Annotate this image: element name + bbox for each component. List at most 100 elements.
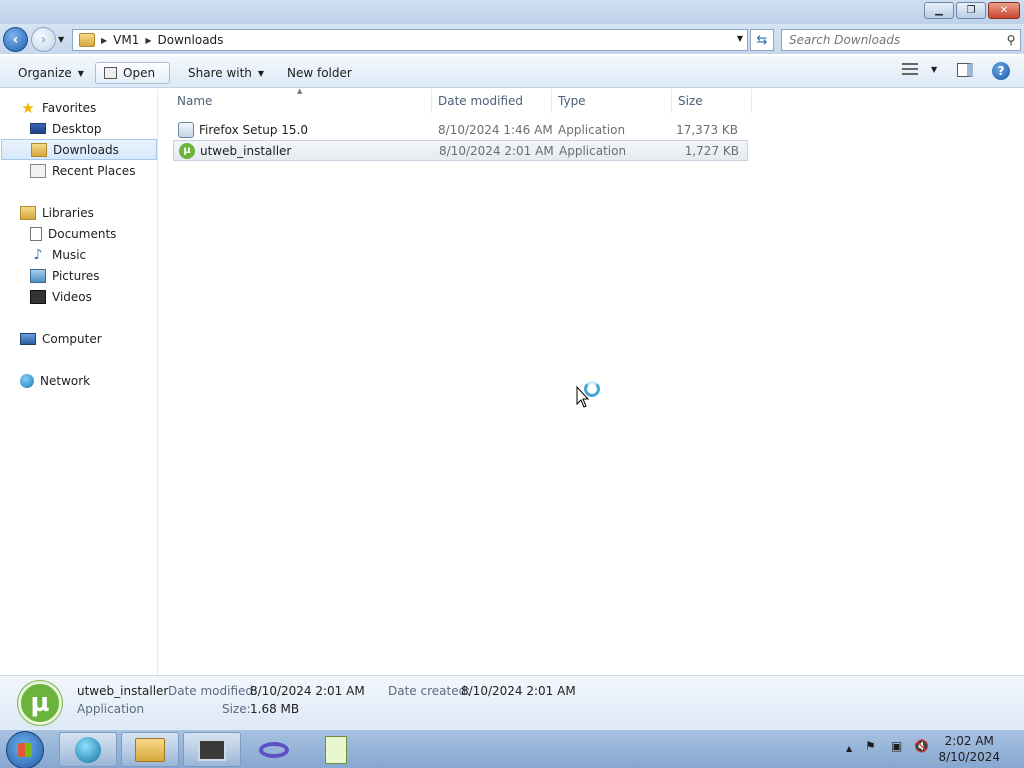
column-headers: Name Date modified Type Size [171, 89, 752, 113]
sidebar-item-label: Computer [42, 331, 102, 346]
sidebar-item-label: Favorites [42, 100, 97, 115]
sidebar-item-label: Libraries [42, 205, 94, 220]
favorites-group: ★ Favorites Desktop Downloads Recent Pla… [0, 97, 158, 181]
help-button[interactable]: ? [992, 62, 1010, 80]
preview-pane-button[interactable] [957, 63, 973, 77]
sidebar-item-videos[interactable]: Videos [0, 286, 158, 307]
network-status-icon[interactable]: ▣ [891, 739, 902, 753]
details-date-modified-label: Date modified: [168, 684, 258, 698]
system-clock[interactable]: 2:02 AM 8/10/2024 [938, 733, 1000, 765]
sidebar-item-downloads[interactable]: Downloads [1, 139, 157, 160]
breadcrumb-downloads[interactable]: Downloads [158, 33, 224, 47]
file-date-cell: 8/10/2024 1:46 AM [438, 122, 553, 137]
application-icon [104, 67, 117, 79]
minimize-icon: ▁ [935, 5, 943, 16]
window-controls: ▁ ❐ ✕ [924, 2, 1020, 19]
taskbar-windows-explorer[interactable] [121, 732, 179, 767]
sidebar-item-documents[interactable]: Documents [0, 223, 158, 244]
busy-spinner-icon [584, 381, 600, 397]
sidebar-item-recent-places[interactable]: Recent Places [0, 160, 158, 181]
open-button[interactable]: Open [95, 62, 170, 84]
sidebar-item-computer[interactable]: Computer [0, 328, 158, 349]
file-name: utweb_installer [200, 143, 292, 158]
windows-explorer-icon [135, 737, 165, 762]
file-date-cell: 8/10/2024 2:01 AM [439, 143, 554, 158]
table-row[interactable]: µ utweb_installer 8/10/2024 2:01 AM Appl… [173, 140, 748, 161]
file-name-cell: µ utweb_installer [174, 141, 433, 160]
sidebar-item-libraries[interactable]: Libraries [0, 202, 158, 223]
taskbar-notepad-plus-plus[interactable] [307, 732, 365, 767]
start-button[interactable] [6, 731, 44, 768]
sidebar-item-music[interactable]: ♪ Music [0, 244, 158, 265]
minimize-button[interactable]: ▁ [924, 2, 954, 19]
notepad-plus-plus-icon [325, 735, 347, 764]
details-file-type: Application [77, 702, 145, 716]
network-group: Network [0, 370, 158, 391]
navigation-pane: ★ Favorites Desktop Downloads Recent Pla… [0, 89, 158, 675]
utorrent-icon: µ [18, 681, 62, 725]
table-row[interactable]: Firefox Setup 15.0 8/10/2024 1:46 AM App… [173, 119, 748, 140]
forward-button[interactable]: › [31, 27, 56, 52]
change-view-button[interactable]: ▼ [902, 63, 937, 75]
chevron-right-icon[interactable]: ▶ [145, 36, 151, 45]
organize-button[interactable]: Organize ▼ [10, 62, 92, 84]
command-prompt-icon [198, 738, 226, 761]
taskbar-command-prompt[interactable] [183, 732, 241, 767]
file-size-cell: 17,373 KB [676, 122, 738, 137]
taskbar: ▲ ⚑ ▣ 🔇 2:02 AM 8/10/2024 [0, 729, 1024, 768]
column-header-label: Type [558, 94, 586, 108]
sidebar-item-label: Network [40, 373, 91, 388]
details-date-modified-value: 8/10/2024 2:01 AM [250, 684, 365, 698]
sidebar-item-label: Documents [48, 226, 117, 241]
back-button[interactable]: ‹ [3, 27, 28, 52]
address-bar[interactable]: ▶ VM1 ▶ Downloads ▼ [72, 29, 748, 51]
sidebar-item-network[interactable]: Network [0, 370, 158, 391]
column-header-size[interactable]: Size [672, 89, 752, 113]
chevron-down-icon: ▼ [77, 68, 84, 78]
column-header-type[interactable]: Type [552, 89, 672, 113]
new-folder-button[interactable]: New folder [279, 62, 360, 84]
sidebar-item-pictures[interactable]: Pictures [0, 265, 158, 286]
star-icon: ★ [21, 98, 35, 117]
computer-group: Computer [0, 328, 158, 349]
search-input[interactable] [782, 30, 1002, 50]
close-button[interactable]: ✕ [988, 2, 1020, 19]
back-arrow-icon: ‹ [12, 31, 19, 48]
pictures-icon [30, 268, 46, 283]
refresh-button[interactable]: ⇆ [750, 29, 774, 51]
downloads-folder-icon [31, 142, 47, 157]
volume-muted-icon[interactable]: 🔇 [914, 739, 929, 753]
sidebar-item-label: Pictures [52, 268, 100, 283]
sidebar-item-desktop[interactable]: Desktop [0, 118, 158, 139]
recent-pages-dropdown[interactable]: ▼ [58, 35, 64, 44]
share-with-button[interactable]: Share with ▼ [180, 62, 272, 84]
clock-time: 2:02 AM [944, 734, 994, 748]
column-header-date-modified[interactable]: Date modified [432, 89, 552, 113]
sidebar-item-favorites[interactable]: ★ Favorites [0, 97, 158, 118]
organize-label: Organize [18, 66, 72, 80]
sidebar-item-label: Downloads [53, 142, 119, 157]
navigation-bar: ‹ › ▼ ▶ VM1 ▶ Downloads ▼ ⇆ ⚲ [0, 24, 1024, 54]
details-pane: µ utweb_installer Application Date modif… [0, 675, 1024, 729]
search-icon[interactable]: ⚲ [1002, 33, 1020, 47]
restore-button[interactable]: ❐ [956, 2, 986, 19]
clock-date: 8/10/2024 [938, 750, 1000, 764]
refresh-icon: ⇆ [756, 32, 768, 48]
taskbar-media-player[interactable] [59, 732, 117, 767]
address-dropdown-icon[interactable]: ▼ [737, 34, 743, 43]
search-box: ⚲ [781, 29, 1021, 51]
help-icon: ? [992, 62, 1010, 80]
sidebar-item-label: Desktop [52, 121, 102, 136]
libraries-icon [20, 205, 36, 220]
taskbar-visual-studio[interactable] [245, 732, 303, 767]
action-center-flag-icon[interactable]: ⚑ [865, 739, 876, 753]
file-name-cell: Firefox Setup 15.0 [173, 119, 432, 140]
chevron-right-icon[interactable]: ▶ [101, 36, 107, 45]
breadcrumb-vm1[interactable]: VM1 [113, 33, 139, 47]
show-hidden-icons-button[interactable]: ▲ [846, 744, 852, 753]
details-date-created-label: Date created: [388, 684, 471, 698]
installer-icon [178, 121, 194, 138]
views-icon [902, 63, 918, 75]
network-icon [20, 373, 34, 388]
chevron-down-icon[interactable]: ▼ [931, 65, 937, 74]
